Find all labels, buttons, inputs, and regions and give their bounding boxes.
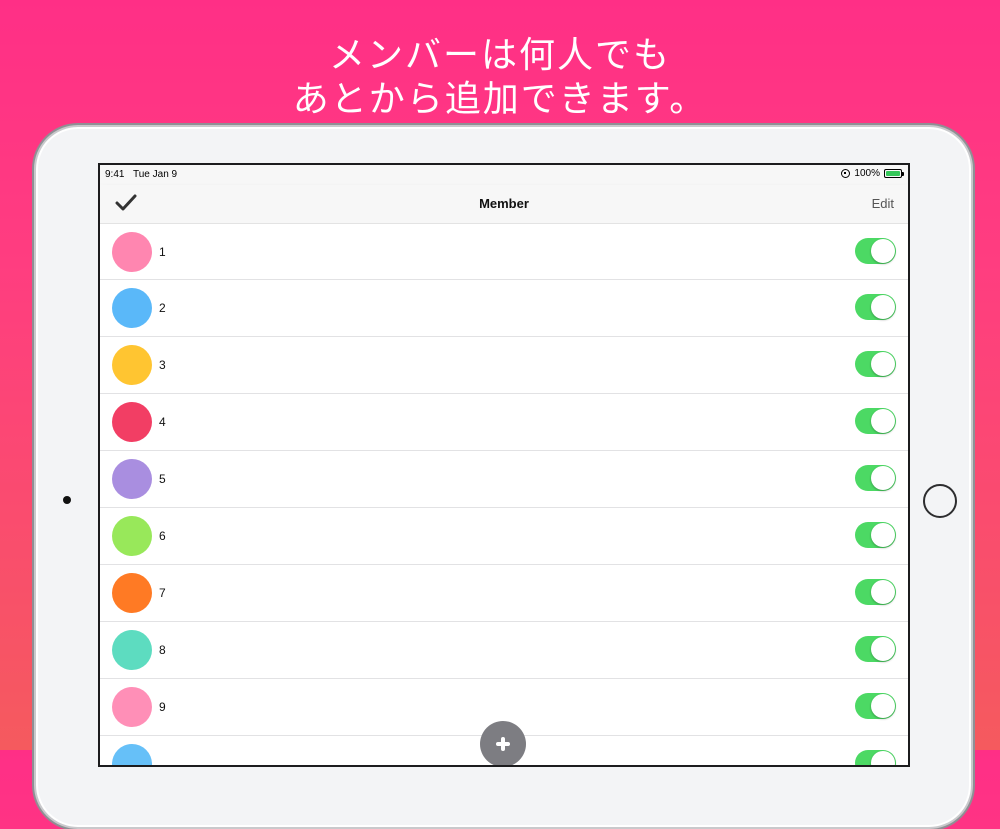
- member-name: 4: [159, 415, 166, 429]
- member-enabled-toggle[interactable]: [855, 351, 896, 377]
- member-enabled-toggle[interactable]: [855, 693, 896, 719]
- member-enabled-toggle[interactable]: [855, 294, 896, 320]
- member-enabled-toggle[interactable]: [855, 408, 896, 434]
- toggle-knob: [871, 580, 895, 604]
- member-name: 2: [159, 301, 166, 315]
- member-enabled-toggle[interactable]: [855, 465, 896, 491]
- camera-dot: [63, 496, 71, 504]
- status-date: Tue Jan 9: [133, 169, 178, 180]
- status-bar: 9:41 Tue Jan 9 100%: [100, 165, 908, 185]
- promo-headline: メンバーは何人でも あとから追加できます。: [0, 34, 1000, 122]
- member-row[interactable]: 2: [100, 280, 908, 337]
- add-member-button[interactable]: [480, 721, 526, 765]
- member-name: 5: [159, 472, 166, 486]
- member-name: 1: [159, 245, 166, 259]
- battery-icon: [884, 169, 904, 178]
- headline-line-1: メンバーは何人でも: [328, 35, 671, 76]
- member-list: 1 2 3 4 5 6 7 8 9: [100, 224, 908, 765]
- member-row[interactable]: 4: [100, 394, 908, 451]
- member-row[interactable]: 1: [100, 224, 908, 280]
- member-enabled-toggle[interactable]: [855, 579, 896, 605]
- member-color-avatar: [112, 402, 152, 442]
- rotation-lock-icon: [841, 169, 851, 178]
- toggle-knob: [871, 295, 895, 319]
- member-color-avatar: [112, 345, 152, 385]
- member-color-avatar: [112, 232, 152, 272]
- home-button[interactable]: [923, 484, 957, 518]
- navigation-bar: Member Edit: [100, 185, 908, 224]
- checkmark-icon[interactable]: [114, 192, 138, 214]
- headline-line-2: あとから追加できます。: [292, 79, 708, 120]
- toggle-knob: [871, 694, 895, 718]
- member-color-avatar: [112, 516, 152, 556]
- member-color-avatar: [112, 630, 152, 670]
- member-enabled-toggle[interactable]: [855, 238, 896, 264]
- member-row[interactable]: 5: [100, 451, 908, 508]
- toggle-knob: [871, 239, 895, 263]
- page-title: Member: [479, 196, 529, 211]
- toggle-knob: [871, 352, 895, 376]
- member-color-avatar: [112, 288, 152, 328]
- toggle-knob: [871, 466, 895, 490]
- member-row[interactable]: 7: [100, 565, 908, 622]
- app-screen: 9:41 Tue Jan 9 100% Member Edit 1 2 3 4 5 6 7 8…: [98, 163, 910, 767]
- member-color-avatar: [112, 744, 152, 765]
- member-row[interactable]: 6: [100, 508, 908, 565]
- member-color-avatar: [112, 687, 152, 727]
- member-name: 8: [159, 643, 166, 657]
- member-enabled-toggle[interactable]: [855, 522, 896, 548]
- member-name: 6: [159, 529, 166, 543]
- member-name: 9: [159, 700, 166, 714]
- member-enabled-toggle[interactable]: [855, 636, 896, 662]
- status-time: 9:41: [105, 169, 125, 180]
- member-name: 3: [159, 358, 166, 372]
- edit-button[interactable]: Edit: [872, 196, 894, 211]
- battery-percent: 100%: [854, 168, 880, 179]
- member-row[interactable]: 8: [100, 622, 908, 679]
- toggle-knob: [871, 523, 895, 547]
- member-row[interactable]: 3: [100, 337, 908, 394]
- toggle-knob: [871, 409, 895, 433]
- member-name: 7: [159, 586, 166, 600]
- toggle-knob: [871, 637, 895, 661]
- member-color-avatar: [112, 459, 152, 499]
- member-enabled-toggle[interactable]: [855, 750, 896, 765]
- toggle-knob: [871, 751, 895, 765]
- status-right: 100%: [841, 168, 904, 179]
- member-color-avatar: [112, 573, 152, 613]
